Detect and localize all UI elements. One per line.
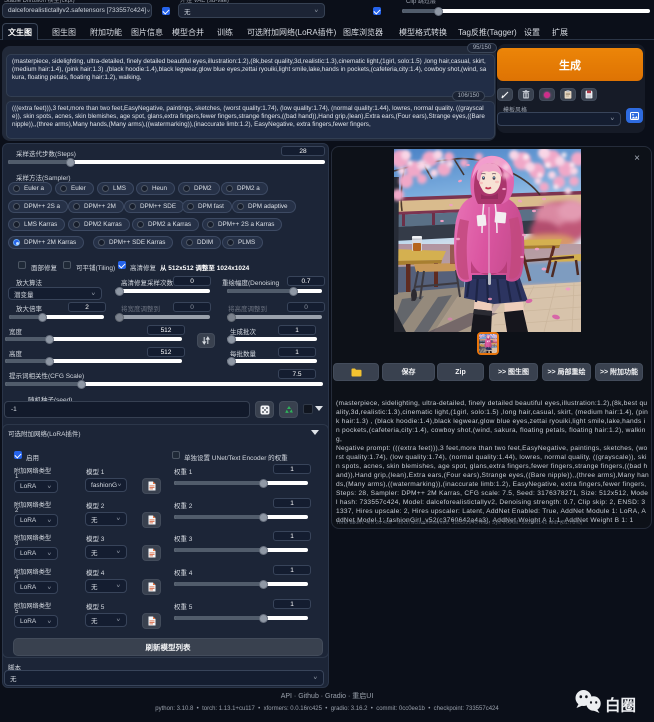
svg-text:白圈: 白圈 [605, 696, 636, 715]
